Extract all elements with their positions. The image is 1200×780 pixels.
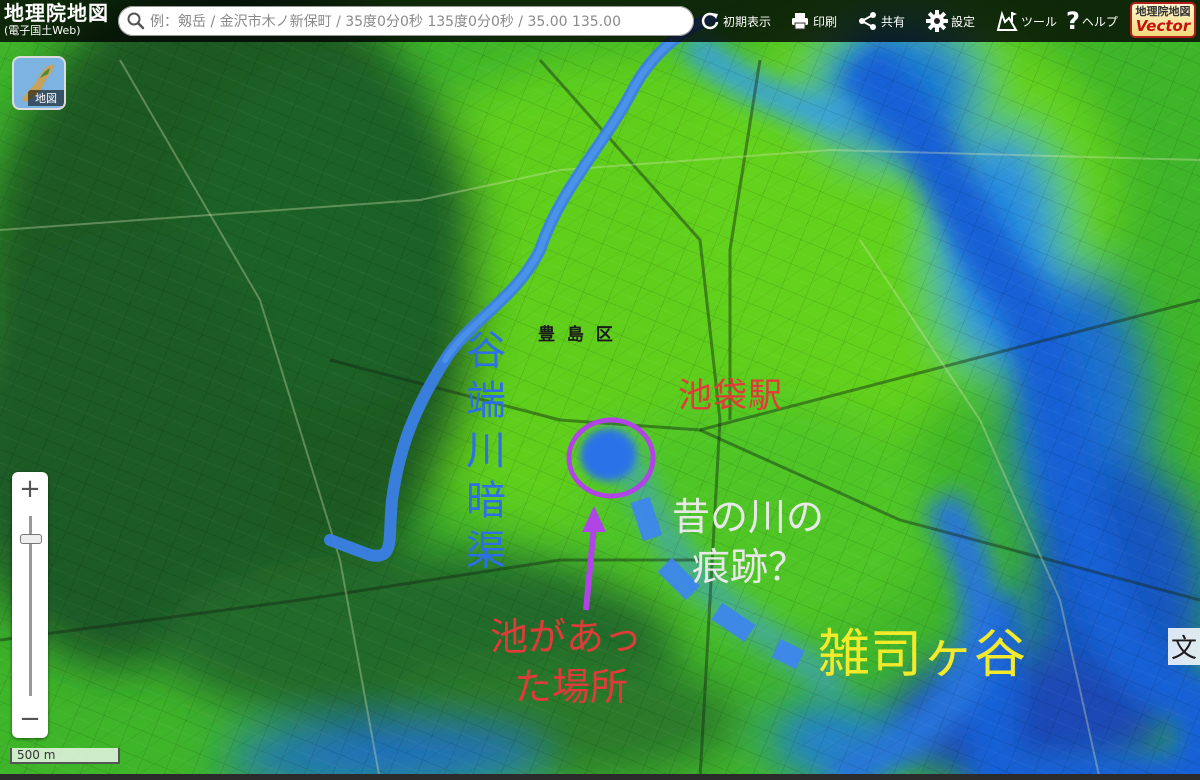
printer-icon — [792, 13, 808, 30]
tools-label: ツール — [1021, 14, 1058, 29]
print-label: 印刷 — [813, 14, 838, 29]
search-input[interactable] — [148, 9, 690, 35]
layer-selector-button[interactable]: 地図 — [14, 58, 64, 108]
help-icon: ? — [1066, 7, 1080, 35]
pond-site-blob — [580, 429, 636, 481]
initial-view-button[interactable]: 初期表示 — [700, 6, 771, 36]
app-subtitle: (電子国土Web) — [4, 24, 81, 37]
tools-button[interactable]: ツール — [996, 6, 1057, 36]
river-name-label: 谷端川暗渠 — [466, 328, 506, 574]
old-river-label-line2: 痕跡？ — [692, 545, 807, 589]
layer-selector-label: 地図 — [28, 90, 64, 106]
share-icon — [859, 12, 876, 30]
valley-label: 雑司ヶ谷 — [818, 625, 1027, 685]
pond-site-label-line1: 池があっ — [490, 615, 643, 659]
pond-site-label-line2: た場所 — [514, 665, 629, 709]
initial-view-label: 初期表示 — [723, 14, 772, 29]
vector-bottom-label: Vector — [1135, 17, 1191, 35]
settings-button[interactable]: 設定 — [926, 6, 975, 36]
settings-label: 設定 — [951, 14, 976, 29]
tools-icon — [996, 10, 1018, 31]
top-toolbar: 地理院地図 (電子国土Web) 初期表示 印刷 共有 — [0, 0, 1200, 42]
share-button[interactable]: 共有 — [858, 6, 905, 36]
old-river-label-line1: 昔の川の — [672, 495, 825, 539]
share-label: 共有 — [881, 14, 906, 29]
search-box[interactable] — [118, 6, 694, 36]
help-button[interactable]: ? ヘルプ — [1066, 6, 1118, 36]
ward-label: 豊 島 区 — [538, 325, 616, 345]
scale-bar: 500 m — [10, 748, 120, 764]
app-brand[interactable]: 地理院地図 (電子国土Web) — [4, 2, 116, 37]
zoom-in-button[interactable]: + — [12, 472, 48, 506]
gear-icon — [926, 10, 948, 32]
zoom-control: + − — [12, 472, 48, 738]
zoom-slider-thumb[interactable] — [20, 533, 42, 544]
search-icon — [127, 12, 145, 30]
app-title: 地理院地図 — [4, 1, 109, 25]
help-label: ヘルプ — [1081, 14, 1118, 29]
bottom-edge — [0, 774, 1200, 780]
edge-label: 文 — [1168, 628, 1200, 665]
station-label: 池袋駅 — [678, 376, 783, 416]
print-button[interactable]: 印刷 — [790, 6, 837, 36]
vector-map-button[interactable]: 地理院地図 Vector — [1130, 2, 1196, 38]
refresh-icon — [701, 12, 719, 30]
zoom-out-button[interactable]: − — [12, 702, 48, 736]
